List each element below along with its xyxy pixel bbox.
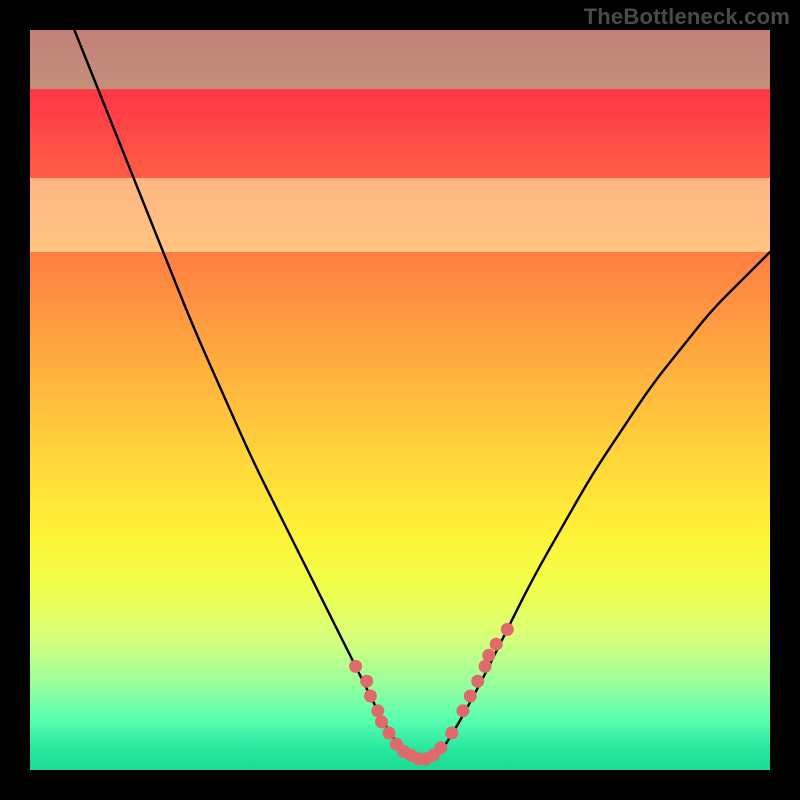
curve-dot [371,704,384,717]
glow-bands-group [30,30,770,252]
curve-dots-group [349,623,514,766]
curve-dot [464,690,477,703]
curve-dot [501,623,514,636]
curve-dot [479,660,492,673]
curve-dot [456,704,469,717]
curve-dot [490,638,503,651]
curve-dot [360,675,373,688]
curve-dot [349,660,362,673]
chart-svg [30,30,770,770]
glow-band [30,30,770,89]
curve-dot [434,741,447,754]
curve-dot [482,649,495,662]
curve-dot [445,727,458,740]
curve-dot [364,690,377,703]
curve-dot [375,715,388,728]
curve-dot [471,675,484,688]
curve-dot [382,727,395,740]
glow-band [30,178,770,252]
chart-plot-area [30,30,770,770]
bottleneck-curve [74,30,770,763]
watermark-text: TheBottleneck.com [584,4,790,30]
